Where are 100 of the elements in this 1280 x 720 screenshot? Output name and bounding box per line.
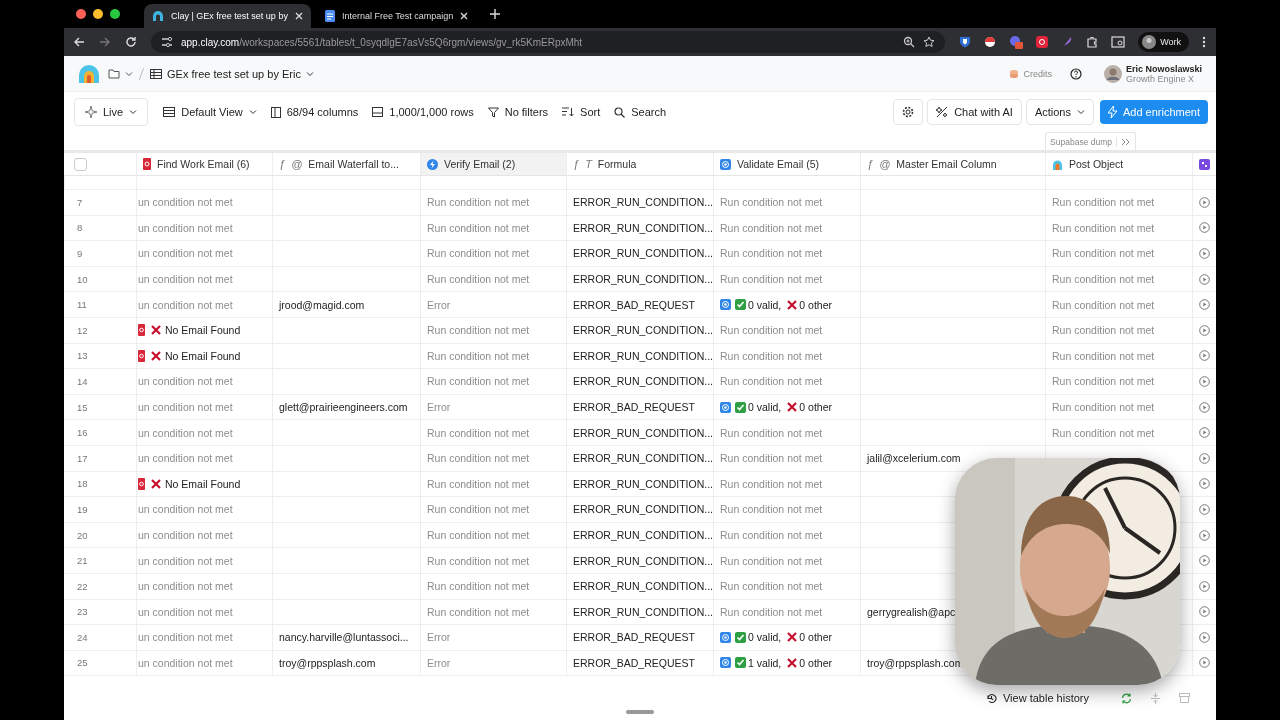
profile-button[interactable]: Work (1138, 32, 1189, 52)
cell-text: 0 other (799, 631, 832, 644)
toolbar-button[interactable]: Sort (557, 100, 606, 124)
view-history-button[interactable]: View table history (980, 691, 1095, 706)
select-all-checkbox[interactable] (74, 157, 87, 171)
chevron-icon (248, 108, 257, 116)
refresh-icon[interactable] (1121, 692, 1132, 704)
cell-text: ERROR_RUN_CONDITION... (573, 196, 713, 209)
cell-text: Run condition not met (720, 452, 823, 465)
maximize-window-button[interactable] (110, 9, 120, 19)
play-button[interactable] (1199, 375, 1210, 387)
shield-icon[interactable] (959, 36, 972, 48)
cell-text: 0 valid, (748, 631, 782, 644)
zoom-icon[interactable] (903, 36, 916, 48)
play-button[interactable] (1199, 196, 1210, 208)
play-button[interactable] (1199, 427, 1210, 439)
play-button[interactable] (1199, 350, 1210, 362)
star-icon[interactable] (923, 36, 936, 48)
cell-text: Error (427, 298, 451, 311)
play-button[interactable] (1199, 222, 1210, 234)
play-button[interactable] (1199, 273, 1210, 285)
cell-text: un condition not met (138, 580, 233, 593)
logo-icon[interactable] (78, 64, 100, 83)
cell-text: ERROR_RUN_CONDITION... (573, 221, 713, 234)
forward-icon[interactable] (99, 36, 111, 48)
row-number: 24 (77, 631, 88, 643)
close-icon[interactable] (294, 12, 303, 20)
toolbar-button[interactable]: Default View (158, 100, 262, 124)
close-icon[interactable] (460, 12, 469, 20)
chat-button[interactable]: Chat with AI (927, 99, 1022, 125)
double-chevron-icon[interactable] (1121, 137, 1131, 146)
help-icon[interactable] (1069, 67, 1082, 80)
browser-tab[interactable]: Clay | GEx free test set up by (144, 4, 311, 28)
bolt-icon (427, 158, 438, 170)
cell-text: Run condition not met (427, 477, 530, 490)
settings-button[interactable] (893, 99, 924, 125)
play-button[interactable] (1199, 401, 1210, 413)
play-button[interactable] (1199, 503, 1210, 515)
play-button[interactable] (1199, 555, 1210, 567)
filter-icon (487, 106, 499, 118)
play-button[interactable] (1199, 299, 1210, 311)
toolbar-button[interactable]: Live (74, 98, 149, 126)
reload-icon[interactable] (125, 36, 137, 48)
cell-text: ERROR_RUN_CONDITION... (573, 477, 713, 490)
puzzle-icon[interactable] (1086, 36, 1099, 48)
column-header[interactable]: Verify Email (2) (420, 153, 566, 175)
column-header[interactable]: Validate Email (5) (713, 153, 860, 175)
cell-text: Run condition not met (427, 605, 530, 618)
at-icon (720, 401, 731, 413)
new-tab-icon[interactable] (490, 9, 501, 19)
play-button[interactable] (1199, 478, 1210, 490)
column-header[interactable]: Post Object (1045, 153, 1192, 175)
toolbar-button[interactable]: No filters (482, 100, 554, 124)
column-group-tag[interactable]: Supabase dump (1045, 132, 1136, 150)
play-button[interactable] (1199, 606, 1210, 618)
column-header[interactable]: ƒ @ Master Email Column (860, 153, 1045, 175)
split-icon[interactable] (1150, 692, 1161, 704)
play-button[interactable] (1199, 452, 1210, 464)
play-button[interactable] (1199, 248, 1210, 259)
credits-button[interactable]: Credits (1009, 68, 1052, 79)
cell-text: Run condition not met (1052, 273, 1155, 286)
column-header[interactable]: ƒ T Formula (566, 153, 713, 175)
user-menu[interactable]: Eric Nowoslawski Growth Engine X (1103, 63, 1202, 84)
cell-text: Run condition not met (427, 580, 530, 593)
close-window-button[interactable] (76, 9, 86, 19)
reading-list-icon[interactable] (1111, 36, 1126, 48)
scroll-handle[interactable] (626, 710, 654, 714)
toolbar-button[interactable]: 68/94 columns (265, 100, 364, 124)
play-button[interactable] (1199, 529, 1210, 541)
play-button[interactable] (1199, 657, 1210, 669)
play-button[interactable] (1199, 631, 1210, 643)
play-button[interactable] (1199, 580, 1210, 592)
cell-text: ERROR_RUN_CONDITION... (573, 503, 713, 516)
cell-text: un condition not met (138, 273, 233, 286)
site-settings-icon[interactable] (161, 36, 173, 48)
archive-icon[interactable] (1179, 693, 1190, 704)
feather-icon[interactable] (1061, 36, 1074, 48)
minimize-window-button[interactable] (93, 9, 103, 19)
browser-tab[interactable]: Internal Free Test campaign (316, 4, 477, 28)
more-icon[interactable] (1202, 36, 1206, 48)
actions-button[interactable]: Actions (1025, 99, 1094, 125)
toolbar-button[interactable]: 1,000/1,000 rows (367, 100, 479, 124)
row-number: 23 (77, 606, 88, 618)
at-icon (720, 657, 731, 669)
cell-text: Run condition not met (1052, 247, 1155, 260)
search-button[interactable]: Search (609, 100, 672, 124)
cell-text: Run condition not met (720, 196, 823, 209)
avatar-icon (1103, 64, 1122, 83)
url-text: app.clay.com/workspaces/5561/tables/t_0syqdlgE7asVs5Q6rgm/views/gv_rk5KmERpxMht (181, 36, 583, 48)
address-bar[interactable]: app.clay.com/workspaces/5561/tables/t_0syqdlgE7asVs5Q6rgm/views/gv_rk5KmERpxMht (151, 31, 946, 53)
table-icon (150, 68, 162, 79)
type-icon: ƒ (867, 158, 874, 170)
play-button[interactable] (1199, 324, 1210, 336)
column-header[interactable]: Find Work Email (6) (136, 153, 272, 175)
ball-icon[interactable] (984, 36, 997, 48)
table-name-button[interactable]: GEx free test set up by Eric (150, 67, 314, 80)
x-icon (787, 402, 798, 413)
cell-text: un condition not met (138, 221, 233, 234)
back-icon[interactable] (73, 36, 85, 48)
folder-button[interactable] (108, 68, 133, 79)
